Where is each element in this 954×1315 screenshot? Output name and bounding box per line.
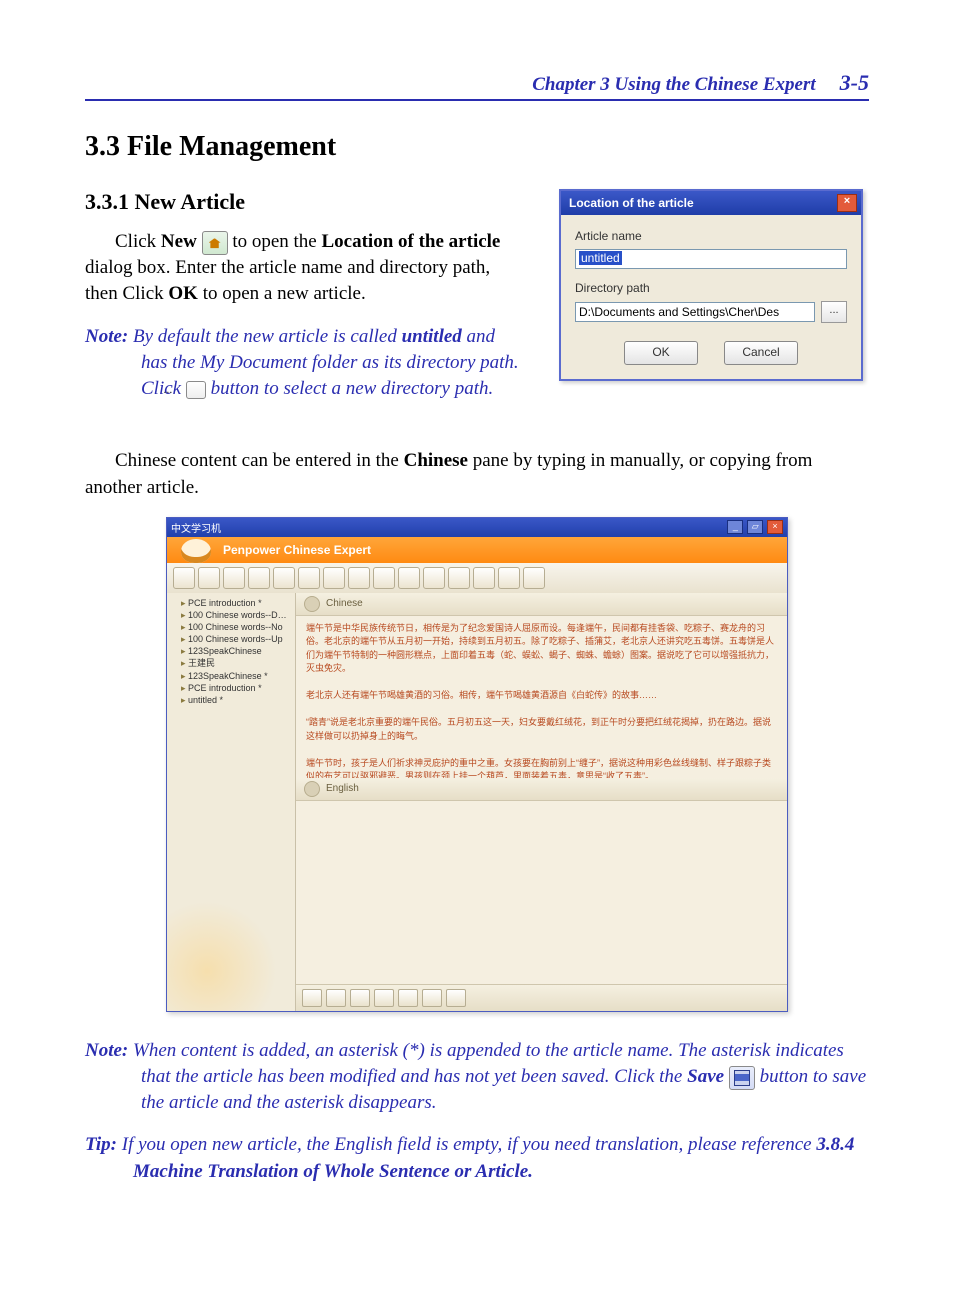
sidebar-item[interactable]: PCE introduction *	[171, 682, 291, 694]
collapse-icon[interactable]	[304, 596, 320, 612]
paragraph-new-article: Click New to open the Location of the ar…	[85, 229, 519, 308]
location-dialog: Location of the article × Article name u…	[559, 189, 863, 381]
close-icon[interactable]: ×	[767, 520, 783, 534]
sidebar-item[interactable]: PCE introduction *	[171, 597, 291, 609]
chinese-pane[interactable]: 端午节是中华民族传统节日，相传是为了纪念爱国诗人屈原而设。每逢端午，民间都有挂香…	[296, 616, 787, 778]
toolbar-button[interactable]	[273, 567, 295, 589]
text: If you open new article, the English fie…	[122, 1134, 817, 1155]
chapter-title: Chapter 3 Using the Chinese Expert	[532, 74, 815, 96]
tip-translation: Tip: If you open new article, the Englis…	[85, 1132, 869, 1184]
window-title: 中文学习机	[171, 520, 221, 535]
note-label: Note:	[85, 1040, 133, 1061]
app-brand-bar: Penpower Chinese Expert	[167, 537, 787, 563]
browse-button[interactable]: ...	[821, 301, 847, 323]
bottom-toolbar	[296, 984, 787, 1011]
toolbar-button[interactable]	[198, 567, 220, 589]
window-buttons: _ ▱ ×	[726, 520, 783, 534]
paragraph-chinese-pane: Chinese content can be entered in the Ch…	[85, 448, 869, 500]
note-asterisk: Note: When content is added, an asterisk…	[85, 1038, 869, 1117]
app-screenshot: 中文学习机 _ ▱ × Penpower Chinese Expert	[166, 517, 788, 1012]
chinese-label: Chinese	[326, 598, 363, 609]
tip-label: Tip:	[85, 1134, 122, 1155]
sidebar-item[interactable]: untitled *	[171, 694, 291, 706]
text-bold-untitled: untitled	[402, 326, 462, 347]
article-name-value: untitled	[579, 251, 622, 265]
page-number: 3-5	[840, 70, 869, 96]
toolbar-button[interactable]	[223, 567, 245, 589]
section-heading: 3.3 File Management	[85, 131, 869, 163]
decorative-flower	[167, 901, 277, 1011]
new-icon	[202, 231, 228, 255]
directory-path-label: Directory path	[575, 281, 847, 295]
toolbar-button[interactable]	[323, 567, 345, 589]
note-label: Note:	[85, 326, 133, 347]
sidebar-item[interactable]: 王建民	[171, 657, 291, 669]
chinese-pane-header: Chinese	[296, 593, 787, 616]
cancel-button[interactable]: Cancel	[724, 341, 798, 365]
toolbar-button[interactable]	[448, 567, 470, 589]
toolbar-button[interactable]	[248, 567, 270, 589]
text-bold-ok: OK	[168, 283, 198, 304]
dialog-titlebar: Location of the article ×	[561, 191, 861, 215]
toolbar-button[interactable]	[498, 567, 520, 589]
text: Click	[115, 231, 161, 252]
sidebar-item[interactable]: 123SpeakChinese	[171, 645, 291, 657]
toolbar-button[interactable]	[173, 567, 195, 589]
toolbar-button[interactable]	[348, 567, 370, 589]
bottom-button[interactable]	[302, 989, 322, 1007]
toolbar-button[interactable]	[398, 567, 420, 589]
text-bold-location: Location of the article	[322, 231, 501, 252]
save-icon	[729, 1066, 755, 1090]
app-toolbar	[167, 563, 787, 593]
english-pane-header: English	[296, 778, 787, 801]
subsection-heading: 3.3.1 New Article	[85, 189, 519, 215]
sidebar-item[interactable]: 100 Chinese words--Up	[171, 633, 291, 645]
dialog-title: Location of the article	[569, 196, 694, 210]
bottom-button[interactable]	[422, 989, 442, 1007]
directory-path-input[interactable]	[575, 302, 815, 322]
article-name-input[interactable]: untitled	[575, 249, 847, 269]
note-default-article: Note: By default the new article is call…	[85, 324, 519, 403]
text: to open the	[232, 231, 321, 252]
bottom-button[interactable]	[446, 989, 466, 1007]
english-pane[interactable]	[296, 801, 787, 984]
ok-button[interactable]: OK	[624, 341, 698, 365]
toolbar-button[interactable]	[423, 567, 445, 589]
text: Chinese content can be entered in the	[115, 450, 404, 471]
text: button to select a new directory path.	[206, 378, 493, 399]
sidebar-item[interactable]: 100 Chinese words--Down	[171, 609, 291, 621]
toolbar-button[interactable]	[373, 567, 395, 589]
browse-icon: ...	[186, 381, 206, 399]
app-brand-text: Penpower Chinese Expert	[223, 543, 371, 557]
toolbar-button[interactable]	[523, 567, 545, 589]
bottom-button[interactable]	[350, 989, 370, 1007]
text-bold-save: Save	[687, 1066, 724, 1087]
collapse-icon[interactable]	[304, 781, 320, 797]
toolbar-button[interactable]	[473, 567, 495, 589]
bottom-button[interactable]	[398, 989, 418, 1007]
sidebar: PCE introduction * 100 Chinese words--Do…	[167, 593, 296, 1011]
window-titlebar: 中文学习机 _ ▱ ×	[167, 518, 787, 537]
text-bold-chinese: Chinese	[404, 450, 468, 471]
minimize-icon[interactable]: _	[727, 520, 743, 534]
bottom-button[interactable]	[374, 989, 394, 1007]
text: By default the new article is called	[133, 326, 402, 347]
sidebar-item[interactable]: 123SpeakChinese *	[171, 670, 291, 682]
maximize-icon[interactable]: ▱	[747, 520, 763, 534]
text: to open a new article.	[203, 283, 366, 304]
toolbar-button[interactable]	[298, 567, 320, 589]
article-name-label: Article name	[575, 229, 847, 243]
text-bold-new: New	[161, 231, 197, 252]
english-label: English	[326, 783, 359, 794]
running-header: Chapter 3 Using the Chinese Expert 3-5	[85, 70, 869, 101]
dialog-close-button[interactable]: ×	[837, 194, 857, 212]
bottom-button[interactable]	[326, 989, 346, 1007]
sidebar-item[interactable]: 100 Chinese words--No	[171, 621, 291, 633]
